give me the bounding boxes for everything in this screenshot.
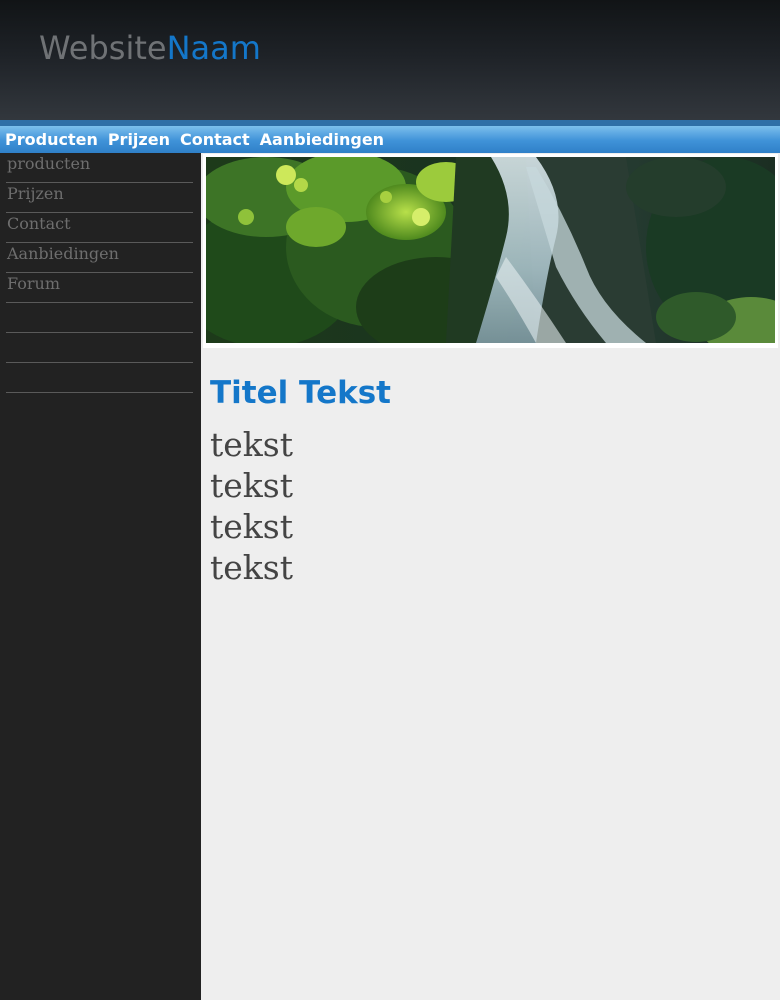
logo-text-website: Website [39, 29, 167, 67]
sidebar-item-aanbiedingen[interactable]: Aanbiedingen [6, 243, 193, 273]
sidebar-item-label: Prijzen [7, 184, 64, 203]
main-content: Titel Tekst tekst tekst tekst tekst [201, 153, 780, 1000]
site-logo[interactable]: WebsiteNaam [39, 26, 261, 70]
page-title: Titel Tekst [210, 375, 391, 411]
body-text-line: tekst [210, 466, 293, 505]
waterfall-banner-image [206, 157, 775, 343]
body-text-line: tekst [210, 425, 293, 464]
sidebar-item-empty-3[interactable] [6, 363, 193, 393]
topnav-item-contact[interactable]: Contact [180, 126, 250, 153]
sidebar-item-contact[interactable]: Contact [6, 213, 193, 243]
banner-frame [203, 154, 778, 348]
sidebar-item-label: Forum [7, 274, 60, 293]
sidebar-item-label: Contact [7, 214, 71, 233]
sidebar-item-empty-2[interactable] [6, 333, 193, 363]
body-text-line: tekst [210, 507, 293, 546]
site-header: WebsiteNaam [0, 0, 780, 122]
logo-text-naam: Naam [166, 29, 261, 67]
sidebar-item-label: Aanbiedingen [7, 244, 119, 263]
sidebar-item-prijzen[interactable]: Prijzen [6, 183, 193, 213]
sidebar-item-label: producten [7, 154, 91, 173]
sidebar-item-producten[interactable]: producten [6, 153, 193, 183]
topnav-item-aanbiedingen[interactable]: Aanbiedingen [260, 126, 384, 153]
sidebar-item-forum[interactable]: Forum [6, 273, 193, 303]
body-text: tekst tekst tekst tekst [210, 424, 293, 588]
sidebar: producten Prijzen Contact Aanbiedingen F… [0, 153, 201, 1000]
body-text-line: tekst [210, 548, 293, 587]
topnav-item-producten[interactable]: Producten [5, 126, 98, 153]
topnav-item-prijzen[interactable]: Prijzen [108, 126, 170, 153]
sidebar-item-empty-1[interactable] [6, 303, 193, 333]
top-navigation: Producten Prijzen Contact Aanbiedingen [0, 126, 780, 153]
sidebar-menu: producten Prijzen Contact Aanbiedingen F… [6, 153, 193, 393]
